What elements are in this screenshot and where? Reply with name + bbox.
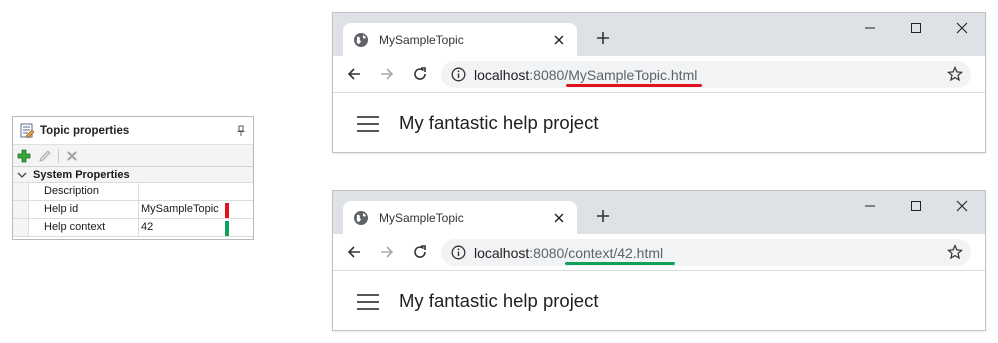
address-bar[interactable]: localhost:8080/MySampleTopic.html [441,61,971,88]
browser-tab[interactable]: MySampleTopic [343,201,577,234]
globe-icon [353,32,369,48]
red-highlight-marker [225,203,229,218]
property-name: Help context [29,219,139,236]
page-content: My fantastic help project [333,270,985,330]
pin-icon[interactable] [235,125,247,137]
new-tab-plus-icon[interactable] [595,208,611,224]
page-title: My fantastic help project [399,290,599,311]
topic-properties-panel: Topic properties System Properties Descr… [12,116,254,240]
bookmark-star-icon[interactable] [946,243,964,260]
back-arrow-icon[interactable] [345,243,363,261]
delete-property-button[interactable] [64,148,80,164]
reload-icon[interactable] [411,243,429,261]
info-icon[interactable] [451,67,466,82]
add-property-button[interactable] [16,148,32,164]
tab-title: MySampleTopic [379,32,464,47]
chevron-down-icon[interactable] [17,170,27,180]
new-tab-plus-icon[interactable] [595,30,611,46]
maximize-icon[interactable] [893,191,939,221]
green-highlight-marker [225,221,229,236]
bookmark-star-icon[interactable] [946,65,964,82]
property-value-cell[interactable]: 42 [139,219,253,236]
url-text: localhost:8080/context/42.html [474,244,664,261]
forward-arrow-icon[interactable] [378,65,396,83]
hamburger-menu-icon[interactable] [357,294,379,310]
back-arrow-icon[interactable] [345,65,363,83]
property-value-cell[interactable]: MySampleTopic [139,201,253,218]
property-value[interactable] [139,183,253,200]
hamburger-menu-icon[interactable] [357,116,379,132]
property-name: Description [29,183,139,200]
browser-window-help-context: MySampleTopic localhost:8080/context/42.… [332,190,986,331]
property-row-help-id[interactable]: Help id MySampleTopic [13,201,253,219]
globe-icon [353,210,369,226]
tab-strip: MySampleTopic [333,191,985,234]
browser-window-help-id: MySampleTopic localhost:8080/MySampleTop… [332,12,986,153]
tab-title: MySampleTopic [379,210,464,225]
property-value: MySampleTopic [141,203,219,215]
forward-arrow-icon[interactable] [378,243,396,261]
maximize-icon[interactable] [893,13,939,43]
tab-strip: MySampleTopic [333,13,985,56]
topic-properties-icon [19,123,35,139]
reload-icon[interactable] [411,65,429,83]
property-name: Help id [29,201,139,218]
close-window-icon[interactable] [939,13,985,43]
address-bar[interactable]: localhost:8080/context/42.html [441,239,971,266]
category-system-properties[interactable]: System Properties [13,167,253,183]
add-icon [17,149,31,162]
toolbar-separator [58,148,59,163]
delete-icon [67,150,77,161]
green-url-underline [565,262,675,265]
close-tab-icon[interactable] [551,32,567,48]
minimize-icon[interactable] [847,191,893,221]
panel-title: Topic properties [40,124,130,137]
property-row-help-context[interactable]: Help context 42 [13,219,253,237]
close-window-icon[interactable] [939,191,985,221]
info-icon[interactable] [451,245,466,260]
edit-property-button[interactable] [37,148,53,164]
panel-header: Topic properties [13,117,253,145]
red-url-underline [566,84,702,87]
minimize-icon[interactable] [847,13,893,43]
url-text: localhost:8080/MySampleTopic.html [474,66,698,83]
page-content: My fantastic help project [333,92,985,152]
property-value: 42 [141,221,154,233]
page-title: My fantastic help project [399,112,599,133]
pencil-icon [39,149,51,162]
panel-toolbar [13,145,253,167]
browser-tab[interactable]: MySampleTopic [343,23,577,56]
property-row-description[interactable]: Description [13,183,253,201]
close-tab-icon[interactable] [551,210,567,226]
category-label: System Properties [33,168,130,181]
